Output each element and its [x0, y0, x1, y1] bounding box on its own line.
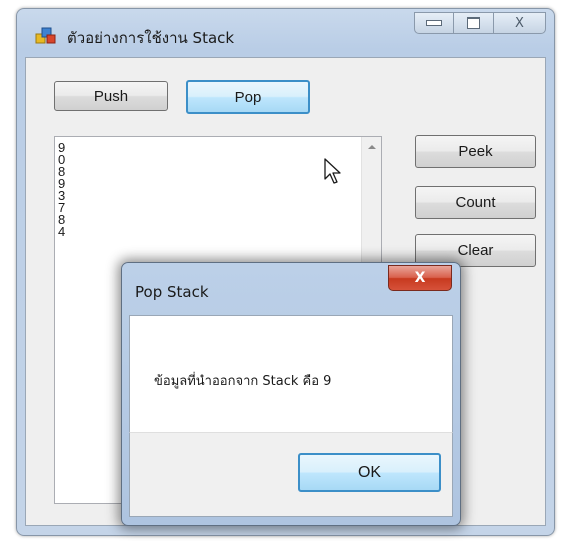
peek-button[interactable]: Peek	[415, 135, 536, 168]
close-button[interactable]: X	[494, 12, 546, 34]
stack-items: 9 0 8 9 3 7 8 4	[58, 141, 65, 238]
pop-stack-dialog: Pop Stack X ข้อมูลที่นำออกจาก Stack คือ …	[121, 262, 461, 526]
minimize-icon	[426, 20, 442, 26]
app-icon	[35, 27, 56, 44]
dialog-message: ข้อมูลที่นำออกจาก Stack คือ 9	[154, 374, 332, 389]
maximize-button[interactable]	[454, 12, 494, 34]
caption-buttons: X	[414, 12, 546, 34]
dialog-body: ข้อมูลที่นำออกจาก Stack คือ 9	[129, 315, 453, 433]
window-title: ตัวอย่างการใช้งาน Stack	[67, 29, 235, 47]
close-icon: X	[515, 15, 524, 31]
mouse-cursor-icon	[324, 158, 341, 184]
count-button[interactable]: Count	[415, 186, 536, 219]
dialog-title: Pop Stack	[135, 283, 209, 301]
dialog-footer: OK	[129, 432, 453, 517]
minimize-button[interactable]	[414, 12, 454, 34]
scroll-up-button[interactable]	[362, 137, 381, 157]
list-item[interactable]: 4	[58, 225, 65, 238]
close-icon: X	[414, 270, 426, 286]
maximize-icon	[467, 17, 480, 29]
title-bar[interactable]: ตัวอย่างการใช้งาน Stack X	[17, 9, 554, 57]
chevron-up-icon	[367, 145, 376, 149]
pop-button[interactable]: Pop	[186, 80, 310, 114]
dialog-close-button[interactable]: X	[388, 265, 452, 291]
push-button[interactable]: Push	[54, 81, 168, 111]
ok-button[interactable]: OK	[298, 453, 441, 492]
